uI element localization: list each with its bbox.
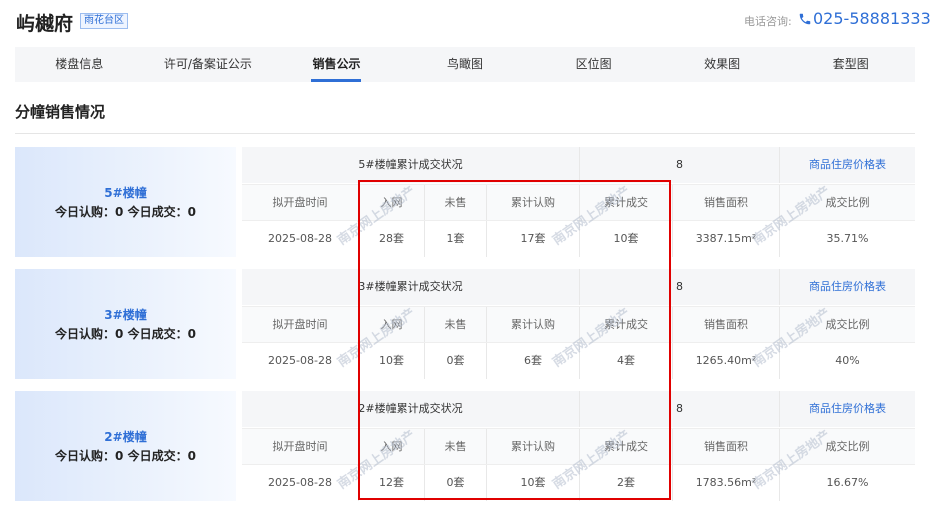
table-header-row: 拟开盘时间 入网 未售 累计认购 累计成交 销售面积 成交比例 [242, 184, 915, 220]
price-list-link[interactable]: 商品住房价格表 [779, 269, 915, 305]
building-card[interactable]: 3#楼幢 今日认购：0 今日成交：0 [15, 269, 236, 379]
phone-label: 电话咨询: [744, 15, 792, 28]
col-header-subscribed: 累计认购 [486, 185, 579, 220]
cell-subscribed: 17套 [486, 221, 579, 257]
col-header-sold: 累计成交 [579, 185, 672, 220]
building-name[interactable]: 5#楼幢 [15, 184, 236, 201]
section-title: 分幢销售情况 [15, 103, 106, 121]
tab-building-info[interactable]: 楼盘信息 [15, 47, 144, 82]
tab-aerial[interactable]: 鸟瞰图 [401, 47, 530, 82]
col-header-open-date: 拟开盘时间 [272, 196, 328, 209]
building-name[interactable]: 2#楼幢 [15, 428, 236, 445]
col-header-subscribed: 累计认购 [486, 307, 579, 342]
phone-number[interactable]: 025-58881333 [813, 9, 931, 28]
tab-floorplans[interactable]: 套型图 [786, 47, 915, 82]
tab-location[interactable]: 区位图 [529, 47, 658, 82]
building-today-stats: 今日认购：0 今日成交：0 [55, 205, 196, 219]
building-today-stats: 今日认购：0 今日成交：0 [55, 327, 196, 341]
building-card[interactable]: 5#楼幢 今日认购：0 今日成交：0 [15, 147, 236, 257]
cell-open-date: 2025-08-28 [268, 232, 332, 245]
cell-unsold: 0套 [424, 343, 486, 379]
col-header-open-date: 拟开盘时间 [272, 440, 328, 453]
district-badge[interactable]: 雨花台区 [80, 13, 128, 29]
table-header-row: 拟开盘时间 入网 未售 累计认购 累计成交 销售面积 成交比例 [242, 428, 915, 464]
table-title-row: 5#楼幢累计成交状况 8 商品住房价格表 [242, 147, 915, 183]
col-header-listed: 入网 [358, 307, 424, 342]
units-count: 8 [579, 147, 779, 183]
col-header-area: 销售面积 [672, 185, 779, 220]
tab-permit[interactable]: 许可/备案证公示 [144, 47, 273, 82]
header: 屿樾府 雨花台区 电话咨询: 025-58881333 [0, 0, 936, 44]
table-row: 2025-08-28 10套 0套 6套 4套 1265.40m² 40% [242, 342, 915, 379]
col-header-sold: 累计成交 [579, 429, 672, 464]
cell-ratio: 35.71% [779, 221, 915, 257]
col-header-ratio: 成交比例 [779, 185, 915, 220]
table-title-row: 2#楼幢累计成交状况 8 商品住房价格表 [242, 391, 915, 427]
building-name[interactable]: 3#楼幢 [15, 306, 236, 323]
status-title: 5#楼幢累计成交状况 [358, 158, 463, 171]
col-header-listed: 入网 [358, 429, 424, 464]
divider [15, 133, 915, 134]
col-header-unsold: 未售 [424, 185, 486, 220]
building-block: 2#楼幢 今日认购：0 今日成交：0 2#楼幢累计成交状况 8 商品住房价格表 … [15, 391, 915, 501]
col-header-ratio: 成交比例 [779, 429, 915, 464]
col-header-open-date: 拟开盘时间 [272, 318, 328, 331]
cell-ratio: 40% [779, 343, 915, 379]
building-block: 3#楼幢 今日认购：0 今日成交：0 3#楼幢累计成交状况 8 商品住房价格表 … [15, 269, 915, 379]
col-header-area: 销售面积 [672, 307, 779, 342]
price-list-link[interactable]: 商品住房价格表 [779, 391, 915, 427]
cell-open-date: 2025-08-28 [268, 354, 332, 367]
cell-sold: 2套 [579, 465, 672, 501]
col-header-sold: 累计成交 [579, 307, 672, 342]
units-count: 8 [579, 269, 779, 305]
cell-listed: 10套 [358, 343, 424, 379]
table-title-row: 3#楼幢累计成交状况 8 商品住房价格表 [242, 269, 915, 305]
col-header-area: 销售面积 [672, 429, 779, 464]
col-header-listed: 入网 [358, 185, 424, 220]
nav-tabs: 楼盘信息 许可/备案证公示 销售公示 鸟瞰图 区位图 效果图 套型图 [15, 47, 915, 82]
cell-sold: 10套 [579, 221, 672, 257]
status-title: 3#楼幢累计成交状况 [358, 280, 463, 293]
cell-area: 3387.15m² [672, 221, 779, 257]
sales-table: 2#楼幢累计成交状况 8 商品住房价格表 拟开盘时间 入网 未售 累计认购 累计… [242, 391, 915, 501]
cell-unsold: 1套 [424, 221, 486, 257]
building-block: 5#楼幢 今日认购：0 今日成交：0 5#楼幢累计成交状况 8 商品住房价格表 … [15, 147, 915, 257]
col-header-ratio: 成交比例 [779, 307, 915, 342]
cell-subscribed: 6套 [486, 343, 579, 379]
sales-table: 3#楼幢累计成交状况 8 商品住房价格表 拟开盘时间 入网 未售 累计认购 累计… [242, 269, 915, 379]
cell-sold: 4套 [579, 343, 672, 379]
status-title: 2#楼幢累计成交状况 [358, 402, 463, 415]
cell-listed: 28套 [358, 221, 424, 257]
cell-unsold: 0套 [424, 465, 486, 501]
tab-renderings[interactable]: 效果图 [658, 47, 787, 82]
col-header-unsold: 未售 [424, 429, 486, 464]
sales-table: 5#楼幢累计成交状况 8 商品住房价格表 拟开盘时间 入网 未售 累计认购 累计… [242, 147, 915, 257]
col-header-unsold: 未售 [424, 307, 486, 342]
table-header-row: 拟开盘时间 入网 未售 累计认购 累计成交 销售面积 成交比例 [242, 306, 915, 342]
project-title: 屿樾府 [16, 13, 74, 35]
cell-ratio: 16.67% [779, 465, 915, 501]
cell-area: 1265.40m² [672, 343, 779, 379]
col-header-subscribed: 累计认购 [486, 429, 579, 464]
cell-subscribed: 10套 [486, 465, 579, 501]
building-today-stats: 今日认购：0 今日成交：0 [55, 449, 196, 463]
units-count: 8 [579, 391, 779, 427]
table-row: 2025-08-28 12套 0套 10套 2套 1783.56m² 16.67… [242, 464, 915, 501]
cell-listed: 12套 [358, 465, 424, 501]
cell-area: 1783.56m² [672, 465, 779, 501]
table-row: 2025-08-28 28套 1套 17套 10套 3387.15m² 35.7… [242, 220, 915, 257]
building-card[interactable]: 2#楼幢 今日认购：0 今日成交：0 [15, 391, 236, 501]
cell-open-date: 2025-08-28 [268, 476, 332, 489]
phone-icon [799, 13, 811, 25]
tab-sales[interactable]: 销售公示 [272, 47, 401, 82]
price-list-link[interactable]: 商品住房价格表 [779, 147, 915, 183]
